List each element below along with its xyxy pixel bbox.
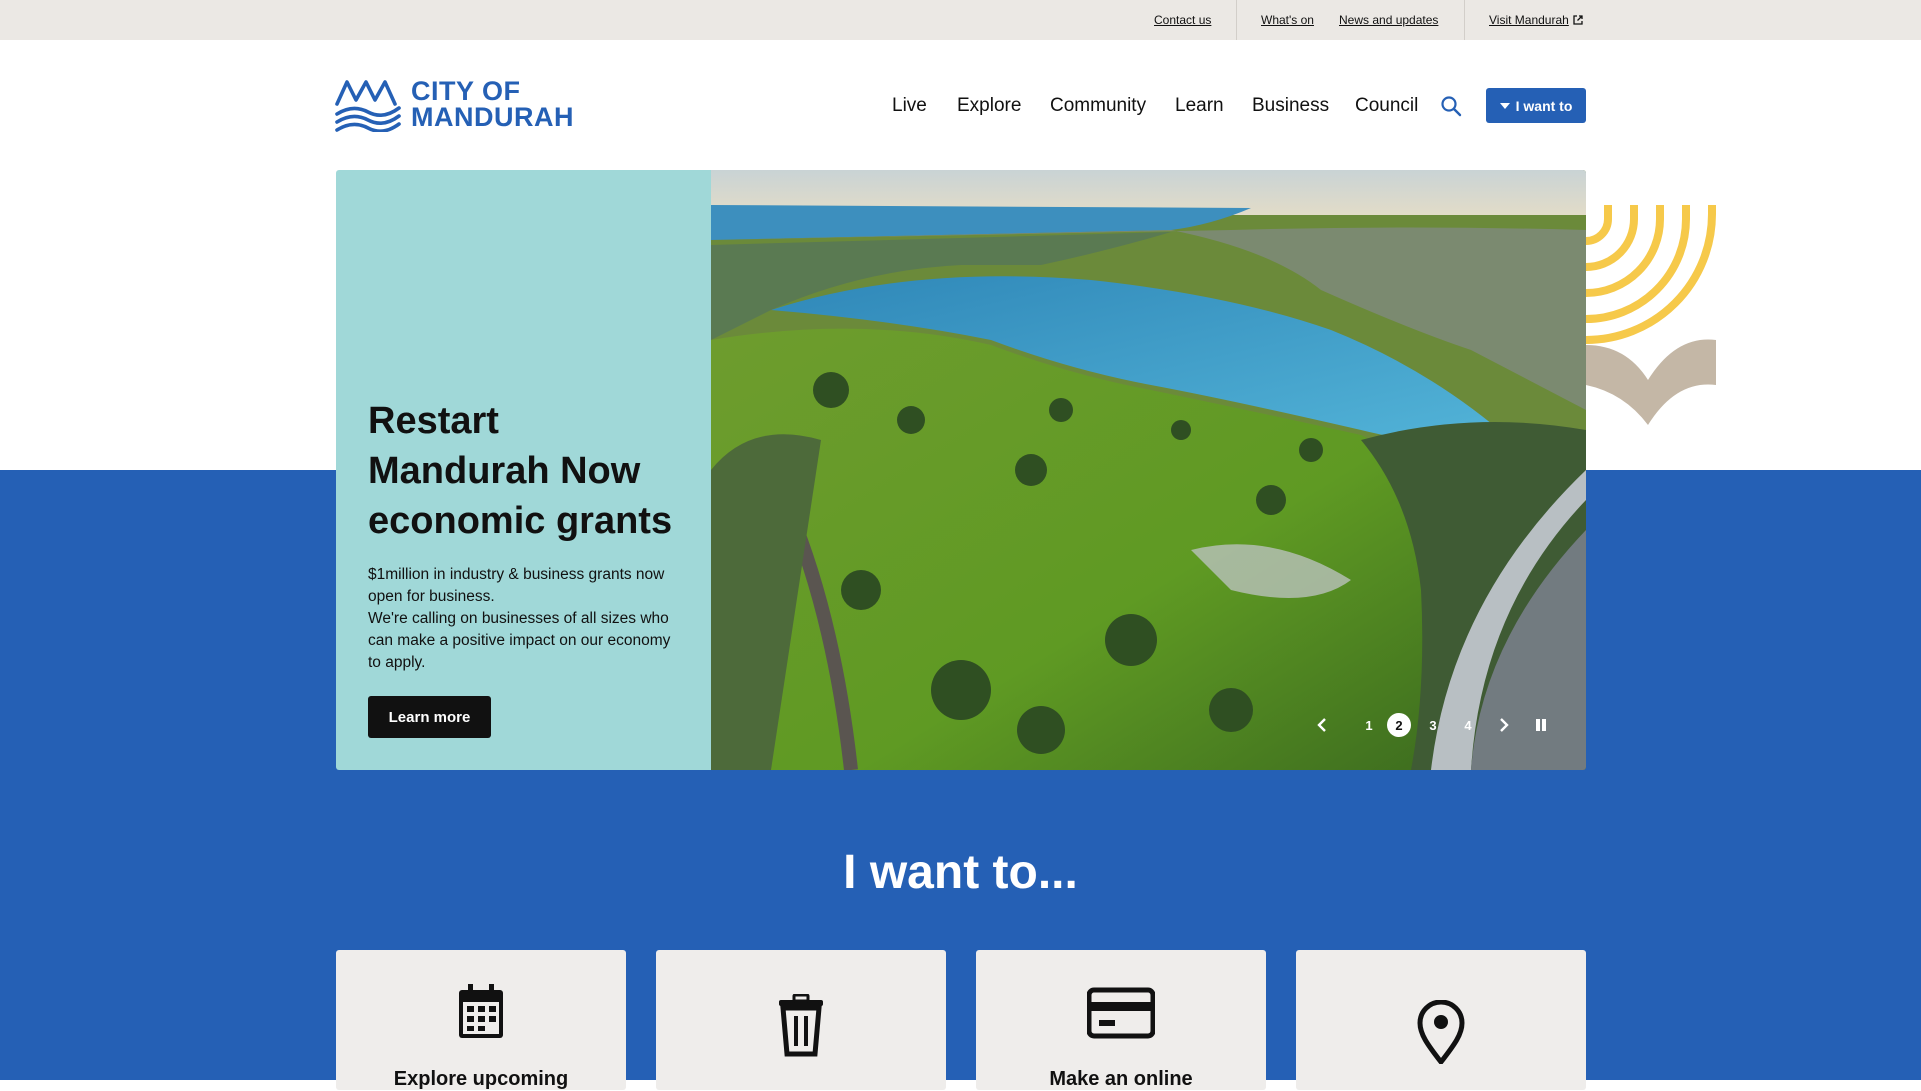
nav-item-explore[interactable]: Explore — [957, 95, 1021, 117]
nav-item-business[interactable]: Business — [1252, 95, 1329, 117]
search-button[interactable] — [1440, 95, 1462, 117]
slide-3-button[interactable]: 3 — [1421, 713, 1445, 737]
pause-icon — [1536, 719, 1546, 731]
learn-more-button[interactable]: Learn more — [368, 696, 491, 738]
nav-item-live[interactable]: Live — [892, 95, 927, 117]
credit-card-icon — [1087, 987, 1155, 1039]
slide-2-button[interactable]: 2 — [1387, 713, 1411, 737]
utility-bar: Contact us What's on News and updates Vi… — [0, 0, 1921, 40]
logo-wordmark: CITY OF MANDURAH — [411, 76, 574, 132]
logo-line-2: MANDURAH — [411, 102, 574, 132]
chevron-right-icon — [1500, 718, 1509, 732]
hero-aerial-photo — [711, 170, 1586, 770]
next-slide-button[interactable] — [1494, 713, 1514, 737]
hero-description: $1million in industry & business grants … — [368, 564, 678, 674]
logo-line-1: CITY OF — [411, 76, 521, 106]
hero-carousel: Restart Mandurah Now economic grants $1m… — [336, 170, 1586, 770]
caret-down-icon — [1499, 102, 1510, 109]
trash-bin-icon — [779, 994, 823, 1057]
nav-item-council[interactable]: Council — [1355, 95, 1418, 117]
quick-link-card[interactable] — [656, 950, 946, 1090]
whats-on-link[interactable]: What's on — [1261, 13, 1314, 27]
chevron-left-icon — [1317, 718, 1326, 732]
previous-slide-button[interactable] — [1312, 713, 1332, 737]
i-want-to-button[interactable]: I want to — [1486, 88, 1586, 123]
slide-4-button[interactable]: 4 — [1456, 713, 1480, 737]
calendar-icon — [459, 984, 503, 1038]
utility-divider — [1236, 0, 1237, 40]
contact-us-link[interactable]: Contact us — [1154, 13, 1211, 27]
nav-item-community[interactable]: Community — [1050, 95, 1146, 117]
visit-mandurah-link[interactable]: Visit Mandurah — [1489, 13, 1583, 27]
search-icon — [1441, 96, 1462, 117]
decorative-arcs-icon — [1586, 205, 1716, 425]
map-pin-icon — [1417, 1000, 1465, 1064]
quick-link-card[interactable]: Explore upcoming — [336, 950, 626, 1090]
logo-waves-icon — [335, 80, 401, 132]
hero-title: Restart Mandurah Now economic grants — [368, 400, 673, 542]
hero-description-line: We're calling on businesses of all sizes… — [368, 610, 671, 671]
quick-link-card[interactable]: Make an online — [976, 950, 1266, 1090]
i-want-to-label: I want to — [1515, 97, 1573, 114]
hero-description-line: $1million in industry & business grants … — [368, 566, 665, 605]
slide-1-button[interactable]: 1 — [1357, 713, 1381, 737]
quick-link-card[interactable] — [1296, 950, 1586, 1090]
external-link-icon — [1573, 15, 1583, 25]
news-updates-link[interactable]: News and updates — [1339, 13, 1438, 27]
hero-text-panel: Restart Mandurah Now economic grants $1m… — [336, 170, 711, 770]
nav-item-learn[interactable]: Learn — [1175, 95, 1224, 117]
i-want-to-heading: I want to... — [843, 846, 1078, 899]
pause-slideshow-button[interactable] — [1531, 713, 1551, 737]
utility-divider — [1464, 0, 1465, 40]
visit-mandurah-label: Visit Mandurah — [1489, 13, 1569, 27]
